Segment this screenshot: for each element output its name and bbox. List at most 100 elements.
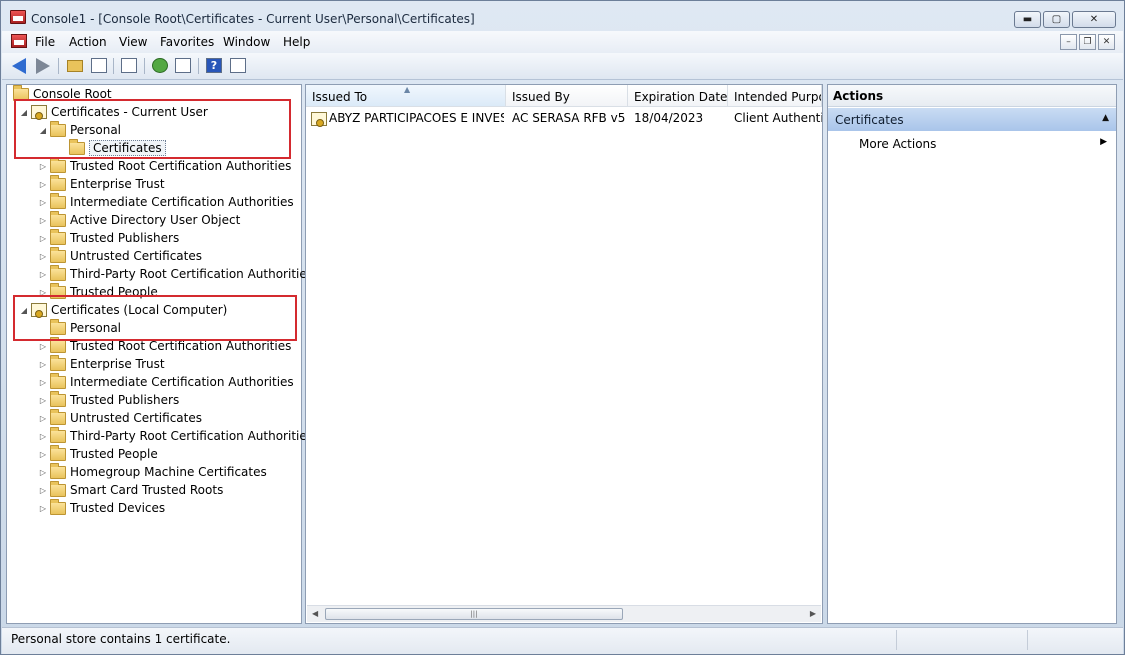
folder-icon <box>50 282 66 299</box>
tree-label: Console Root <box>33 87 112 101</box>
more-actions-item[interactable]: More Actions <box>859 137 936 151</box>
console-menu-icon[interactable] <box>11 34 27 48</box>
tree-item-store[interactable]: ▷ Active Directory User Object <box>36 210 240 229</box>
expand-toggle-icon[interactable]: ▷ <box>36 162 50 171</box>
close-button[interactable]: ✕ <box>1072 11 1116 28</box>
tree-label: Intermediate Certification Authorities <box>70 195 294 209</box>
help-button[interactable]: ? <box>204 57 224 75</box>
scroll-left-icon[interactable]: ◀ <box>312 609 318 618</box>
expand-toggle-icon[interactable]: ▷ <box>36 504 50 513</box>
tree-item-store[interactable]: ▷ Untrusted Certificates <box>36 246 202 265</box>
tree-item-store[interactable]: ▷ Trusted People <box>36 444 158 463</box>
expand-toggle-icon[interactable]: ▷ <box>36 396 50 405</box>
tree-item-store[interactable]: ▷ Homegroup Machine Certificates <box>36 462 267 481</box>
folder-icon <box>50 480 66 497</box>
column-label: Issued By <box>512 90 570 104</box>
menu-view[interactable]: View <box>119 35 147 49</box>
tree-item-store[interactable]: ▷ Intermediate Certification Authorities <box>36 372 294 391</box>
expand-toggle-icon[interactable]: ▷ <box>36 252 50 261</box>
minimize-button[interactable]: ▬ <box>1014 11 1041 28</box>
menu-help[interactable]: Help <box>283 35 310 49</box>
expand-toggle-icon[interactable]: ▷ <box>36 342 50 351</box>
folder-icon <box>50 228 66 245</box>
refresh-button[interactable] <box>150 57 170 75</box>
folder-icon <box>50 426 66 443</box>
section-label: Certificates <box>835 113 904 127</box>
expand-toggle-icon[interactable]: ▷ <box>36 432 50 441</box>
tree-item-store[interactable]: ▷ Trusted Root Certification Authorities <box>36 156 291 175</box>
expand-toggle-icon[interactable]: ▷ <box>36 468 50 477</box>
tree-item-store[interactable]: ▷ Trusted People <box>36 282 158 301</box>
expand-toggle-icon[interactable]: ▷ <box>36 414 50 423</box>
tree-item-current-user[interactable]: ◢ Certificates - Current User <box>17 103 208 121</box>
expand-toggle-icon[interactable]: ◢ <box>17 108 31 117</box>
expand-toggle-icon[interactable]: ▷ <box>36 198 50 207</box>
folder-icon <box>13 84 29 101</box>
expand-toggle-icon[interactable]: ▷ <box>36 378 50 387</box>
tree-item-console-root[interactable]: Console Root <box>13 84 112 103</box>
expand-toggle-icon[interactable]: ▷ <box>36 270 50 279</box>
tree-item-store[interactable]: ▷ Intermediate Certification Authorities <box>36 192 294 211</box>
forward-button[interactable] <box>32 57 52 75</box>
maximize-button[interactable]: ▢ <box>1043 11 1070 28</box>
tree-item-store[interactable]: ▷ Trusted Root Certification Authorities <box>36 336 291 355</box>
tree-label: Smart Card Trusted Roots <box>70 483 224 497</box>
column-header-issued-to[interactable]: Issued To ▲ <box>306 85 506 107</box>
menu-file[interactable]: File <box>35 35 55 49</box>
tree-item-store[interactable]: ▷ Third-Party Root Certification Authorit… <box>36 264 313 283</box>
console-tree[interactable]: Console Root ◢ Certificates - Current Us… <box>6 84 313 624</box>
tree-label: Untrusted Certificates <box>70 249 202 263</box>
collapse-arrow-icon[interactable]: ▲ <box>1102 113 1109 123</box>
actions-section-certificates[interactable]: Certificates ▲ <box>828 108 1116 131</box>
column-header-intended-purposes[interactable]: Intended Purpos <box>728 85 822 107</box>
expand-toggle-icon[interactable]: ▷ <box>36 234 50 243</box>
tree-label: Enterprise Trust <box>70 177 165 191</box>
tree-item-store[interactable]: ▷ Untrusted Certificates <box>36 408 202 427</box>
expand-toggle-icon[interactable]: ▷ <box>36 216 50 225</box>
tree-item-local-computer[interactable]: ◢ Certificates (Local Computer) <box>17 301 227 319</box>
expand-toggle-icon[interactable]: ▷ <box>36 450 50 459</box>
tree-item-store[interactable]: ▷ Enterprise Trust <box>36 354 165 373</box>
expand-toggle-icon[interactable]: ◢ <box>36 126 50 135</box>
up-one-level-button[interactable] <box>65 57 85 75</box>
tree-item-store[interactable]: ▷ Third-Party Root Certification Authorit… <box>36 426 313 445</box>
certificate-list[interactable]: Issued To ▲ Issued By Expiration Date In… <box>305 84 823 624</box>
horizontal-scrollbar[interactable]: ◀ ||| ▶ <box>307 605 821 622</box>
column-header-expiration-date[interactable]: Expiration Date <box>628 85 728 107</box>
menu-window[interactable]: Window <box>223 35 270 49</box>
expand-toggle-icon[interactable]: ▷ <box>36 486 50 495</box>
title-bar[interactable]: Console1 - [Console Root\Certificates - … <box>1 1 1124 31</box>
show-hide-console-tree-button[interactable] <box>89 57 109 75</box>
cell-issued-to: ABYZ PARTICIPACOES E INVES... <box>329 111 504 125</box>
menu-action[interactable]: Action <box>69 35 107 49</box>
export-list-button[interactable] <box>173 57 193 75</box>
tree-item-store[interactable]: ▷ Enterprise Trust <box>36 174 165 193</box>
properties-button[interactable] <box>119 57 139 75</box>
folder-icon <box>50 372 66 389</box>
show-hide-action-pane-button[interactable] <box>228 57 248 75</box>
mdi-restore-button[interactable]: ❐ <box>1079 34 1096 50</box>
tree-label: Trusted People <box>70 285 158 299</box>
mdi-close-button[interactable]: ✕ <box>1098 34 1115 50</box>
expand-toggle-icon[interactable]: ▷ <box>36 180 50 189</box>
expand-toggle-icon[interactable]: ◢ <box>17 306 31 315</box>
scroll-right-icon[interactable]: ▶ <box>810 609 816 618</box>
tree-item-personal[interactable]: ◢ Personal <box>36 120 121 139</box>
tree-item-store[interactable]: ▷ Trusted Publishers <box>36 228 179 247</box>
expand-toggle-icon[interactable]: ▷ <box>36 360 50 369</box>
folder-icon <box>50 264 66 281</box>
tree-item-certificates-selected[interactable]: Certificates <box>69 138 166 157</box>
mdi-minimize-button[interactable]: – <box>1060 34 1077 50</box>
expand-toggle-icon[interactable]: ▷ <box>36 288 50 297</box>
toolbar: ? <box>2 53 1123 80</box>
scroll-thumb[interactable]: ||| <box>325 608 623 620</box>
tree-item-store[interactable]: ▷ Trusted Publishers <box>36 390 179 409</box>
tree-item-store[interactable]: ▷ Trusted Devices <box>36 498 165 517</box>
status-separator <box>1027 630 1028 650</box>
column-header-issued-by[interactable]: Issued By <box>506 85 628 107</box>
back-button[interactable] <box>10 57 30 75</box>
menu-favorites[interactable]: Favorites <box>160 35 214 49</box>
mmc-app-icon[interactable] <box>10 10 26 24</box>
tree-item-personal-local[interactable]: Personal <box>50 318 121 337</box>
tree-item-store[interactable]: ▷ Smart Card Trusted Roots <box>36 480 224 499</box>
